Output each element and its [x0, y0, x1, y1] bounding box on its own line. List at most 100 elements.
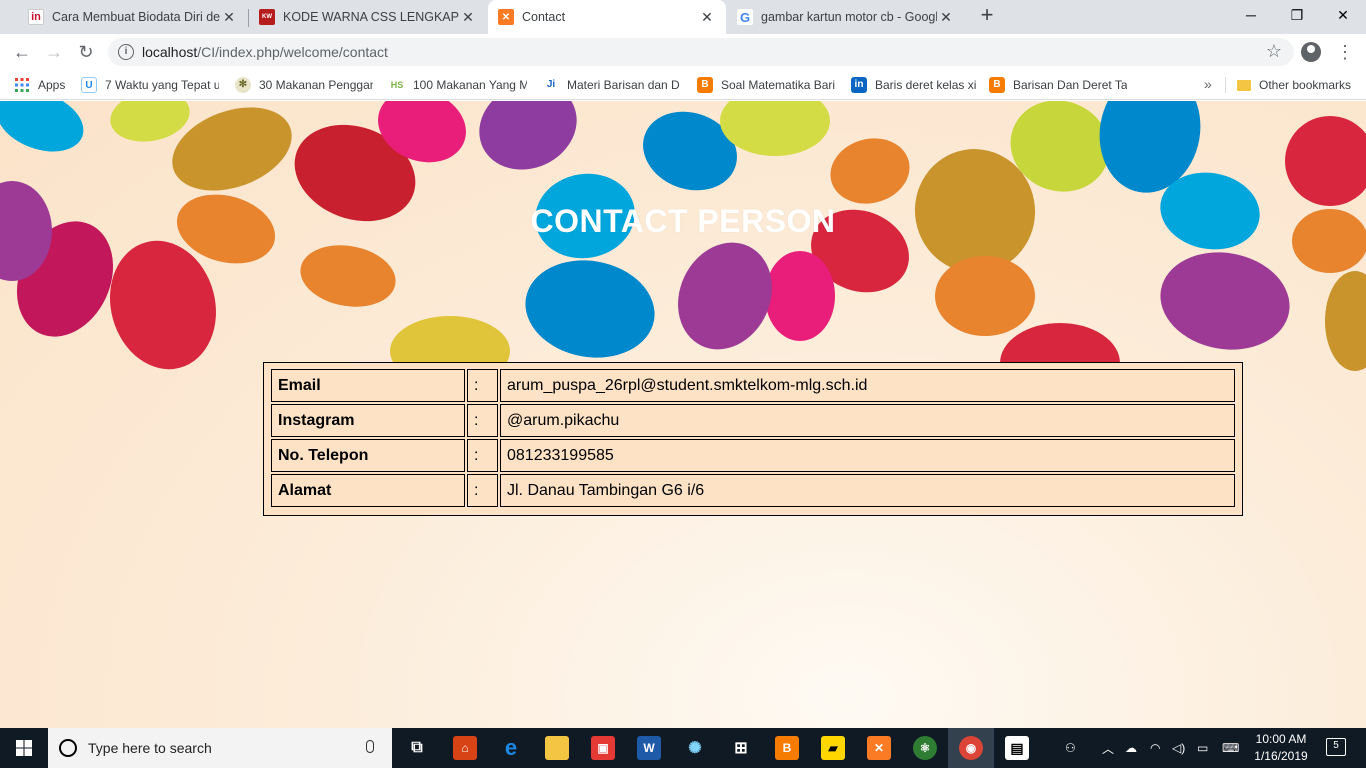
- bookmark-item[interactable]: U 7 Waktu yang Tepat u: [81, 76, 219, 94]
- xampp-icon: ✕: [498, 9, 514, 25]
- contact-value-email: arum_puspa_26rpl@student.smktelkom-mlg.s…: [500, 369, 1235, 402]
- info-icon[interactable]: i: [118, 44, 134, 60]
- system-clock[interactable]: 10:00 AM 1/16/2019: [1248, 731, 1314, 765]
- tab-google[interactable]: G gambar kartun motor cb - Googl ✕: [727, 0, 965, 34]
- close-icon[interactable]: ✕: [937, 9, 955, 26]
- sticky-notes-icon[interactable]: ▰: [821, 736, 845, 760]
- bookmark-star-icon[interactable]: ☆: [1266, 41, 1282, 62]
- app-red-icon[interactable]: ⌂: [453, 736, 477, 760]
- cortana-icon: [59, 739, 77, 757]
- bookmark-item[interactable]: HS 100 Makanan Yang M: [389, 76, 527, 94]
- contact-label-instagram: Instagram: [271, 404, 465, 437]
- tab-title: KODE WARNA CSS LENGKAP - D: [283, 10, 459, 24]
- xampp-icon[interactable]: ✕: [867, 736, 891, 760]
- file-explorer-icon[interactable]: [545, 736, 569, 760]
- more-menu-icon[interactable]: ⋮: [1336, 40, 1354, 64]
- back-arrow-icon[interactable]: ←: [10, 40, 34, 64]
- bookmark-item[interactable]: B Soal Matematika Bari: [697, 76, 835, 94]
- contact-separator: :: [467, 404, 498, 437]
- site-logo-icon: KW: [259, 9, 275, 25]
- store-bag-icon[interactable]: ▣: [591, 736, 615, 760]
- hs-logo-icon: HS: [389, 77, 405, 93]
- bookmark-label: Baris deret kelas xi: [875, 78, 977, 92]
- atom-icon[interactable]: ⚛: [913, 736, 937, 760]
- tab-title: gambar kartun motor cb - Googl: [761, 10, 937, 24]
- forward-arrow-icon[interactable]: →: [42, 40, 66, 64]
- windows-taskbar: Type here to search ⧉ ⌂ e ▣ W ✺ ⊞ B ▰ ✕ …: [0, 728, 1366, 768]
- google-icon: G: [737, 9, 753, 25]
- people-icon[interactable]: ⚇: [1065, 728, 1076, 768]
- bookmark-label: 7 Waktu yang Tepat u: [105, 78, 219, 92]
- microsoft-store-icon[interactable]: ⊞: [729, 736, 753, 760]
- video-editor-icon[interactable]: ▤: [1005, 736, 1029, 760]
- blogger-icon[interactable]: B: [775, 736, 799, 760]
- bookmark-item[interactable]: B Barisan Dan Deret Ta: [989, 76, 1127, 94]
- browser-toolbar: ← → ↻ i localhost/CI/index.php/welcome/c…: [0, 34, 1366, 70]
- blogger-icon: B: [697, 77, 713, 93]
- new-tab-button[interactable]: +: [976, 4, 998, 27]
- keyboard-icon[interactable]: ⌨: [1222, 728, 1239, 768]
- microphone-icon[interactable]: [366, 740, 374, 753]
- contact-separator: :: [467, 369, 498, 402]
- windows-start-icon[interactable]: [0, 728, 48, 768]
- contact-value-instagram: @arum.pikachu: [500, 404, 1235, 437]
- linkedin-icon: in: [28, 9, 44, 25]
- contact-table: Email : arum_puspa_26rpl@student.smktelk…: [263, 362, 1243, 516]
- tab-biodata[interactable]: in Cara Membuat Biodata Diri deng ✕: [8, 0, 248, 34]
- maximize-button[interactable]: ❐: [1274, 0, 1320, 30]
- bookmark-item[interactable]: in Baris deret kelas xi: [851, 76, 981, 94]
- volume-icon[interactable]: ◁): [1172, 728, 1185, 768]
- bookmarks-bar: Apps U 7 Waktu yang Tepat u ✻ 30 Makanan…: [0, 70, 1366, 100]
- bookmark-label: Barisan Dan Deret Ta: [1013, 78, 1127, 92]
- contact-value-phone: 081233199585: [500, 439, 1235, 472]
- contact-label-phone: No. Telepon: [271, 439, 465, 472]
- edge-icon[interactable]: e: [499, 735, 523, 760]
- tab-title: Cara Membuat Biodata Diri deng: [52, 10, 220, 24]
- apps-grid-icon: [15, 78, 29, 92]
- tab-title: Contact: [522, 10, 566, 24]
- tab-contact[interactable]: ✕ Contact ✕: [488, 0, 726, 34]
- minimize-button[interactable]: ─: [1228, 0, 1274, 30]
- close-window-button[interactable]: ✕: [1320, 0, 1366, 30]
- page-content: CONTACT PERSON Email : arum_puspa_26rpl@…: [0, 101, 1366, 728]
- profile-avatar-icon[interactable]: [1301, 42, 1321, 62]
- contact-value-address: Jl. Danau Tambingan G6 i/6: [500, 474, 1235, 507]
- contact-separator: :: [467, 439, 498, 472]
- bookmark-item[interactable]: Ji Materi Barisan dan D: [543, 76, 681, 94]
- close-icon[interactable]: ✕: [220, 9, 238, 26]
- battery-icon[interactable]: ▭: [1197, 728, 1208, 768]
- bookmark-label: Materi Barisan dan D: [567, 78, 680, 92]
- ji-logo-icon: Ji: [543, 77, 559, 93]
- task-view-icon[interactable]: ⧉: [405, 736, 429, 760]
- bookmarks-overflow-button[interactable]: »: [1204, 76, 1212, 92]
- action-center-icon[interactable]: 5: [1326, 738, 1346, 756]
- other-bookmarks-label: Other bookmarks: [1259, 78, 1352, 92]
- page-title: CONTACT PERSON: [530, 203, 836, 239]
- close-icon[interactable]: ✕: [459, 9, 477, 26]
- other-bookmarks-folder[interactable]: Other bookmarks: [1237, 76, 1357, 94]
- network-app-icon[interactable]: ✺: [683, 736, 707, 760]
- bookmark-label: Apps: [38, 78, 66, 92]
- wifi-icon[interactable]: ◠: [1150, 728, 1160, 768]
- address-bar[interactable]: i localhost/CI/index.php/welcome/contact…: [108, 38, 1294, 66]
- url-text[interactable]: localhost/CI/index.php/welcome/contact: [142, 44, 388, 60]
- url-path: /CI/index.php/welcome/contact: [197, 44, 388, 60]
- tab-kode-warna[interactable]: KW KODE WARNA CSS LENGKAP - D ✕: [249, 0, 487, 34]
- reload-icon[interactable]: ↻: [74, 40, 98, 64]
- bookmark-item[interactable]: ✻ 30 Makanan Penggan: [235, 76, 373, 94]
- onedrive-cloud-icon[interactable]: ☁: [1125, 728, 1137, 768]
- bookmark-label: Soal Matematika Bari: [721, 78, 835, 92]
- contact-label-email: Email: [271, 369, 465, 402]
- show-hidden-icons-chevron-icon[interactable]: ︿: [1102, 728, 1114, 768]
- taskbar-search-box[interactable]: Type here to search: [48, 728, 392, 768]
- word-icon[interactable]: W: [637, 736, 661, 760]
- close-icon[interactable]: ✕: [698, 9, 716, 26]
- contact-separator: :: [467, 474, 498, 507]
- u-logo-icon: U: [81, 77, 97, 93]
- linkedin-icon: in: [851, 77, 867, 93]
- bookmark-apps[interactable]: Apps: [14, 76, 74, 94]
- chrome-icon[interactable]: ◉: [959, 736, 983, 760]
- bookmarks-divider: [1225, 77, 1226, 93]
- browser-tab-strip: in Cara Membuat Biodata Diri deng ✕ KW K…: [0, 0, 1366, 34]
- bookmark-label: 30 Makanan Penggan: [259, 78, 373, 92]
